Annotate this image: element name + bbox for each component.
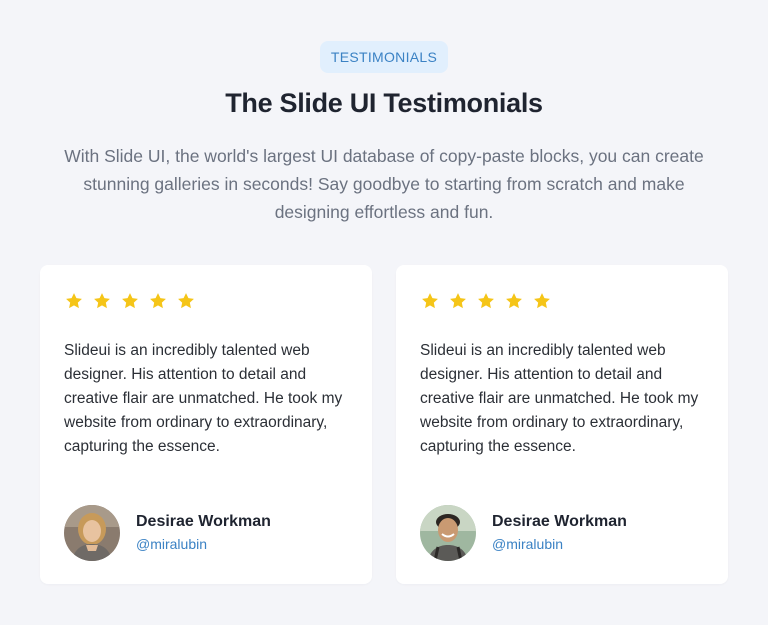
- author-name: Desirae Workman: [492, 513, 627, 530]
- section-badge: TESTIMONIALS: [320, 41, 448, 73]
- author-handle[interactable]: @miralubin: [492, 534, 627, 554]
- author-handle[interactable]: @miralubin: [136, 534, 271, 554]
- star-icon: [122, 293, 138, 309]
- star-icon: [450, 293, 466, 309]
- section-title: The Slide UI Testimonials: [225, 88, 543, 118]
- star-icon: [422, 293, 438, 309]
- author-name: Desirae Workman: [136, 513, 271, 530]
- testimonial-quote: Slideui is an incredibly talented web de…: [420, 342, 699, 455]
- star-icon: [178, 293, 194, 309]
- star-icon: [94, 293, 110, 309]
- section-subtitle: With Slide UI, the world's largest UI da…: [64, 146, 704, 222]
- star-icon: [534, 293, 550, 309]
- star-rating: [420, 291, 552, 311]
- avatar: [420, 505, 476, 561]
- avatar: [64, 505, 120, 561]
- testimonials-section: TESTIMONIALS The Slide UI Testimonials W…: [0, 0, 768, 625]
- star-rating: [64, 291, 196, 311]
- testimonial-quote: Slideui is an incredibly talented web de…: [64, 342, 343, 455]
- star-icon: [150, 293, 166, 309]
- testimonial-author: Desirae Workman @miralubin: [64, 505, 271, 561]
- testimonial-card: Slideui is an incredibly talented web de…: [396, 265, 728, 584]
- star-icon: [66, 293, 82, 309]
- testimonial-card: Slideui is an incredibly talented web de…: [40, 265, 372, 584]
- star-icon: [506, 293, 522, 309]
- testimonial-author: Desirae Workman @miralubin: [420, 505, 627, 561]
- star-icon: [478, 293, 494, 309]
